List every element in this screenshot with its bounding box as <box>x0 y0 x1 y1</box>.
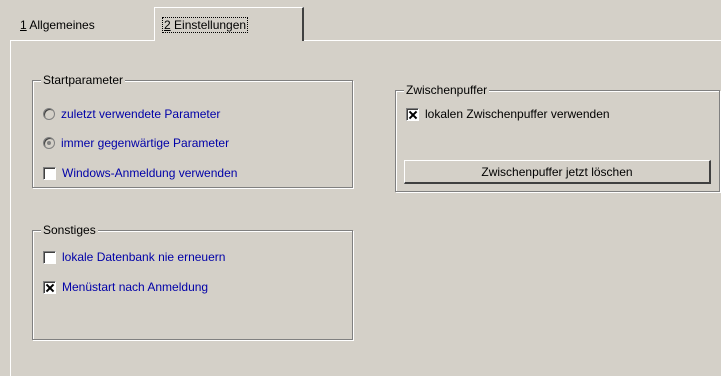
check-menustart[interactable]: Menüstart nach Anmeldung <box>43 279 208 295</box>
check-zwischenpuffer[interactable]: lokalen Zwischenpuffer verwenden <box>406 106 610 122</box>
check-windows-label: Windows-Anmeldung verwenden <box>62 166 238 180</box>
check-lokale-datenbank[interactable]: lokale Datenbank nie erneuern <box>43 249 225 265</box>
checkbox-icon[interactable] <box>43 250 56 264</box>
tab-einstellungen-label: 2 Einstellungen <box>161 17 249 33</box>
radio-zuletzt-label: zuletzt verwendete Parameter <box>61 107 221 121</box>
tab-einstellungen[interactable]: 2 Einstellungen <box>154 7 304 41</box>
checkbox-checked-icon[interactable] <box>406 107 419 121</box>
sonstiges-title: Sonstiges <box>41 223 98 237</box>
checkbox-checked-icon[interactable] <box>43 280 56 294</box>
radio-button-icon[interactable] <box>43 137 55 149</box>
check-zwischenpuffer-label: lokalen Zwischenpuffer verwenden <box>425 107 610 121</box>
radio-immer-gegenwaertige[interactable]: immer gegenwärtige Parameter <box>43 135 229 151</box>
sonstiges-group: Sonstiges lokale Datenbank nie erneuern … <box>32 223 353 340</box>
tab-panel-border-left <box>10 40 11 376</box>
radio-zuletzt-verwendete[interactable]: zuletzt verwendete Parameter <box>43 106 220 122</box>
check-lokale-datenbank-label: lokale Datenbank nie erneuern <box>62 250 226 264</box>
tab-allgemeines-label: 1 Allgemeines <box>20 18 95 32</box>
check-windows-anmeldung[interactable]: Windows-Anmeldung verwenden <box>43 165 237 181</box>
tab-allgemeines[interactable]: 1 Allgemeines <box>12 10 154 40</box>
zwischenpuffer-title: Zwischenpuffer <box>404 83 490 97</box>
zwischenpuffer-loeschen-button[interactable]: Zwischenpuffer jetzt löschen <box>404 160 711 184</box>
radio-button-icon[interactable] <box>43 108 55 120</box>
radio-immer-label: immer gegenwärtige Parameter <box>61 136 230 150</box>
tab-panel-border <box>10 40 721 41</box>
check-menustart-label: Menüstart nach Anmeldung <box>62 280 209 294</box>
startparameter-group: Startparameter zuletzt verwendete Parame… <box>32 73 353 188</box>
checkbox-icon[interactable] <box>43 166 56 180</box>
startparameter-title: Startparameter <box>41 73 126 87</box>
zwischenpuffer-group: Zwischenpuffer lokalen Zwischenpuffer ve… <box>395 83 720 192</box>
settings-dialog: 1 Allgemeines 2 Einstellungen Startparam… <box>0 0 721 376</box>
